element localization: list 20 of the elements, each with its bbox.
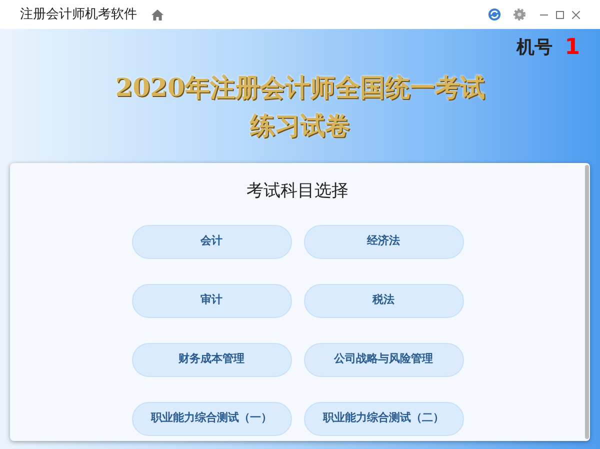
- window-title: 注册会计师机考软件: [20, 6, 137, 24]
- subject-button[interactable]: 公司战略与风险管理: [304, 342, 464, 376]
- banner-title: 练习试卷: [250, 110, 350, 142]
- subject-button[interactable]: 经济法: [304, 224, 464, 258]
- settings-icon[interactable]: [513, 8, 526, 21]
- subject-button[interactable]: 审计: [132, 284, 292, 318]
- subject-button[interactable]: 会计: [132, 224, 292, 258]
- subject-button[interactable]: 职业能力综合测试（二）: [304, 402, 464, 436]
- machine-number: 1: [564, 34, 580, 62]
- home-icon[interactable]: [151, 8, 164, 20]
- panel-heading: 考试科目选择: [246, 180, 348, 203]
- close-icon[interactable]: [572, 10, 580, 18]
- subject-button[interactable]: 税法: [304, 284, 464, 318]
- scrollbar[interactable]: [585, 165, 589, 439]
- subject-button[interactable]: 财务成本管理: [132, 342, 292, 376]
- banner-title: 2020年注册会计师全国统一考试: [115, 72, 485, 104]
- subject-button[interactable]: 职业能力综合测试（一）: [132, 402, 292, 436]
- refresh-icon[interactable]: [488, 8, 501, 21]
- maximize-icon[interactable]: [556, 10, 564, 18]
- machine-label: 机号: [516, 36, 553, 60]
